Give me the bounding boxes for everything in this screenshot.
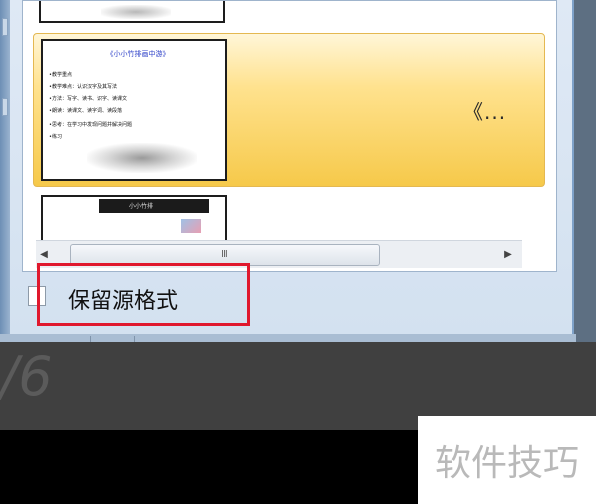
scroll-right-arrow-icon[interactable]: ▶ [500,247,516,263]
phone-header-bar: 小小竹排 [99,199,209,213]
slide-bullet: 练习 [49,133,62,140]
ink-splash-decoration [101,5,171,19]
page-number-fragment: /6 [0,345,53,408]
scroll-left-arrow-icon[interactable]: ◀ [36,247,52,263]
slide-bullet: 教学重点 [49,71,72,78]
app-window-edge [574,0,596,342]
ruler-marker [2,18,8,36]
scrollbar-grip-icon: III [221,249,228,260]
slide-thumbnail-previous[interactable] [39,1,225,23]
slide-bullet: 方法：写字、读书、识字、读课文 [49,95,127,102]
slide-bullet: 朗读：读课文、读字词、读段落 [49,107,122,114]
black-band [0,430,418,504]
ruler-marker [2,98,8,116]
slide-thumbnail-selected[interactable]: 《小小竹排画中游》 教学重点 教学难点：认识汉字及其写法 方法：写字、读书、识字… [41,39,227,181]
phone-header-text: 小小竹排 [129,203,154,210]
slide-bullet: 教学难点：认识汉字及其写法 [49,83,117,90]
slide-bullet: 思考：在学习中发现问题并解决问题 [49,121,132,128]
annotation-highlight-box [37,263,250,326]
slide-item-label: 《... [463,100,507,124]
scroll-down-arrow-icon[interactable]: ▼ [553,211,556,229]
slide-title-text: 《小小竹排画中游》 [106,50,170,58]
watermark: 软件技巧 [418,416,596,504]
ink-splash-decoration [87,143,197,173]
slide-list[interactable]: 《小小竹排画中游》 教学重点 教学难点：认识汉字及其写法 方法：写字、读书、识字… [22,0,557,272]
left-ruler-strip [0,0,10,342]
thumbnail-image [181,219,201,233]
